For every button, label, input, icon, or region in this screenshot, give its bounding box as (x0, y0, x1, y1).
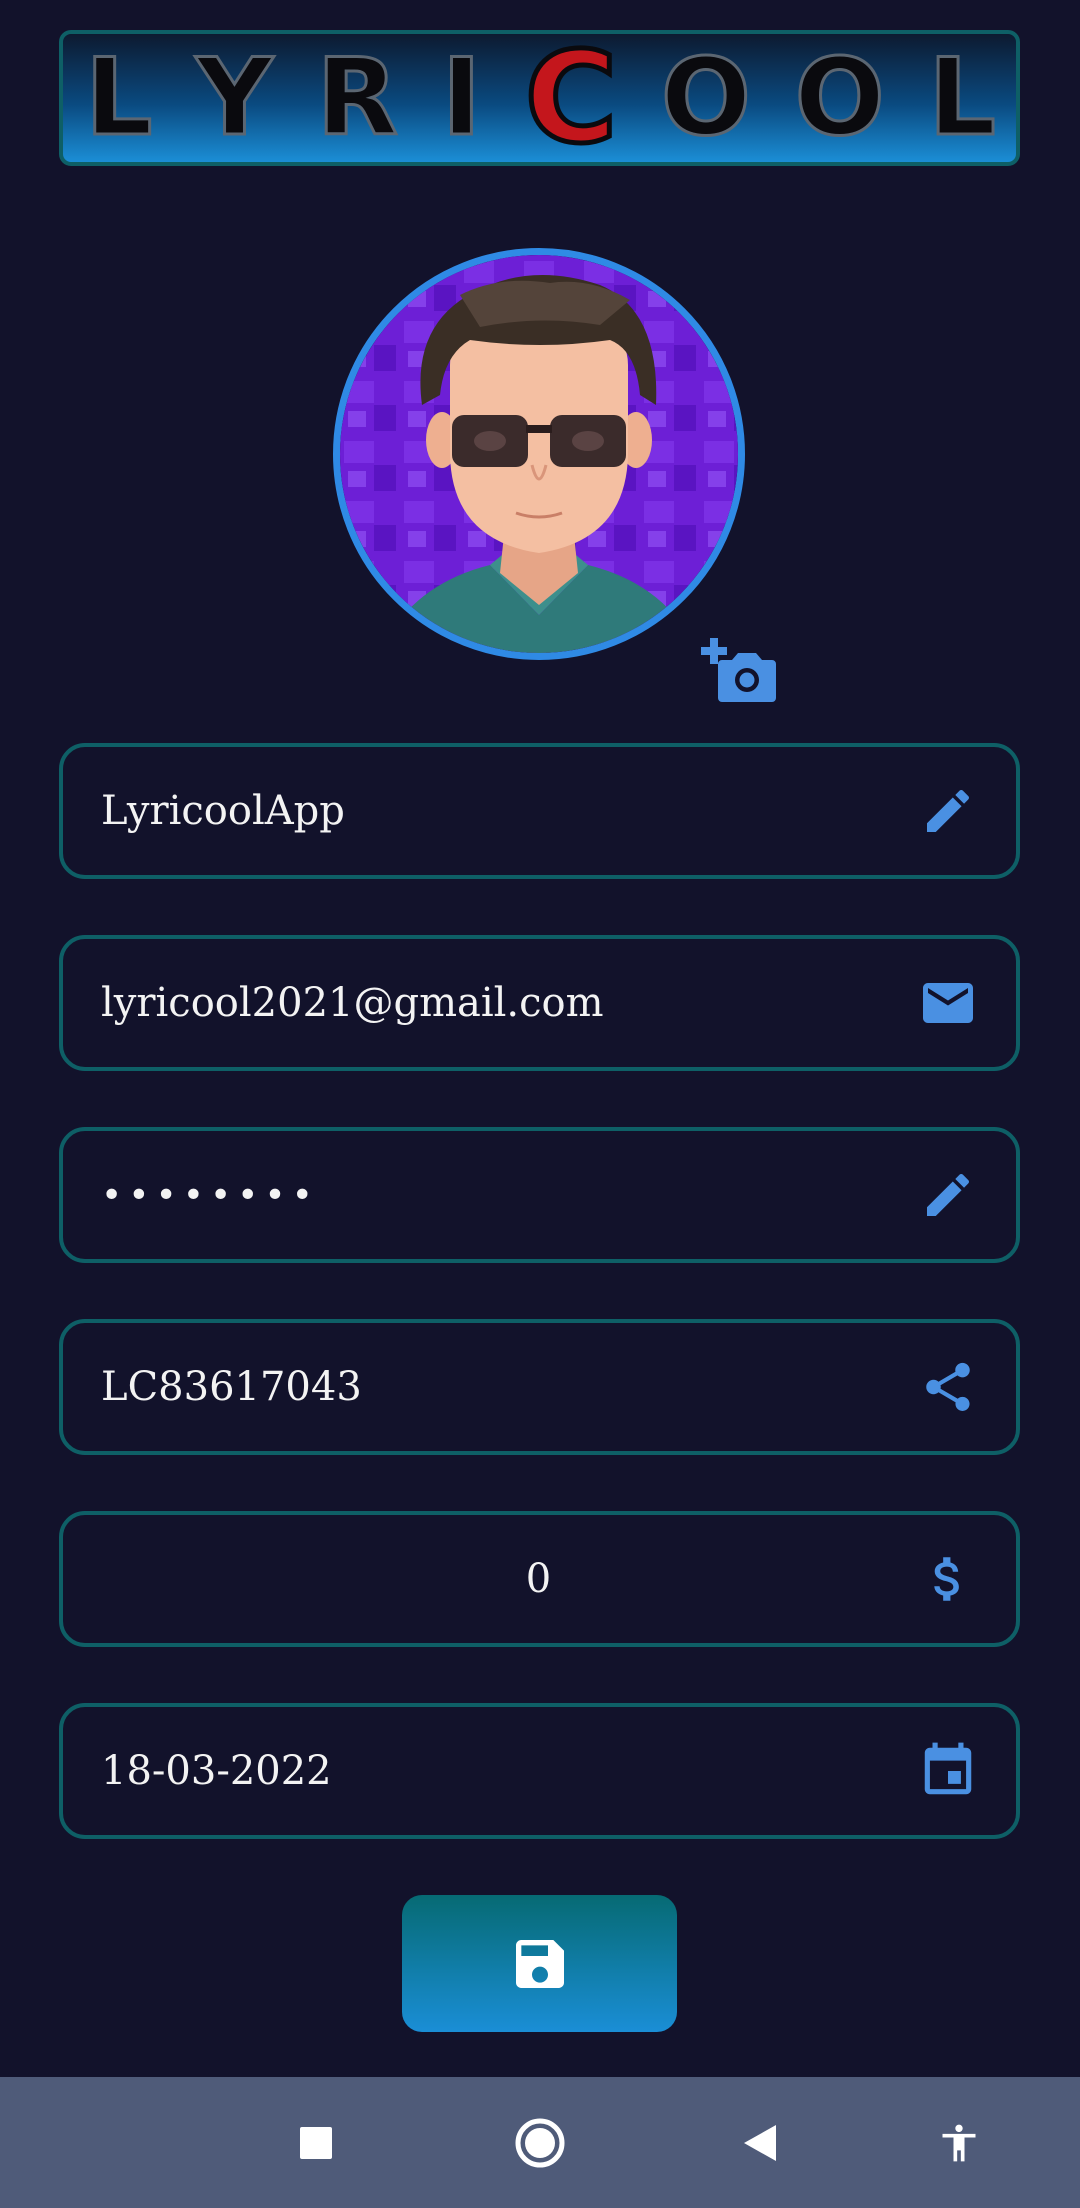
username-field[interactable]: LyricoolApp (59, 743, 1020, 879)
referral-code-field[interactable]: LC83617043 (59, 1319, 1020, 1455)
accessibility-icon (942, 2124, 976, 2161)
email-field[interactable]: lyricool2021@gmail.com (59, 935, 1020, 1071)
password-field[interactable]: •••••••• (59, 1127, 1020, 1263)
accessibility-button[interactable] (914, 2077, 1004, 2208)
circle-icon (515, 2118, 565, 2167)
triangle-back-icon (744, 2124, 776, 2161)
date-value: 18-03-2022 (101, 1748, 332, 1794)
logo-letter-accent: C (522, 24, 620, 171)
system-nav-bar (0, 2077, 1080, 2208)
square-icon (300, 2126, 332, 2159)
calendar-icon[interactable] (916, 1739, 980, 1803)
logo-letter: O (793, 36, 886, 159)
profile-avatar (333, 248, 745, 660)
email-value: lyricool2021@gmail.com (101, 980, 604, 1026)
date-field[interactable]: 18-03-2022 (59, 1703, 1020, 1839)
balance-field: 0 (59, 1511, 1020, 1647)
share-icon[interactable] (916, 1355, 980, 1419)
home-button[interactable] (495, 2077, 585, 2208)
logo-letter: O (659, 36, 752, 159)
logo-letter: R (315, 36, 400, 159)
add-a-photo-icon (701, 638, 776, 702)
balance-value: 0 (525, 1556, 552, 1602)
logo-letter: Y (195, 36, 275, 159)
back-button[interactable] (715, 2077, 805, 2208)
password-value: •••••••• (101, 1174, 319, 1216)
edit-icon[interactable] (916, 779, 980, 843)
logo-letter: I (440, 36, 482, 159)
app-logo-banner: L Y R I C O O L (59, 30, 1020, 166)
recents-button[interactable] (271, 2077, 361, 2208)
edit-icon[interactable] (916, 1163, 980, 1227)
dollar-icon (916, 1547, 980, 1611)
logo-letter: L (927, 36, 998, 159)
save-button[interactable] (402, 1895, 677, 2032)
referral-code-value: LC83617043 (101, 1364, 362, 1410)
add-photo-button[interactable] (700, 636, 776, 704)
username-value: LyricoolApp (101, 788, 345, 834)
save-icon (515, 1939, 564, 1988)
avatar-illustration (340, 255, 738, 653)
logo-letter: L (84, 36, 155, 159)
mail-icon (916, 971, 980, 1035)
